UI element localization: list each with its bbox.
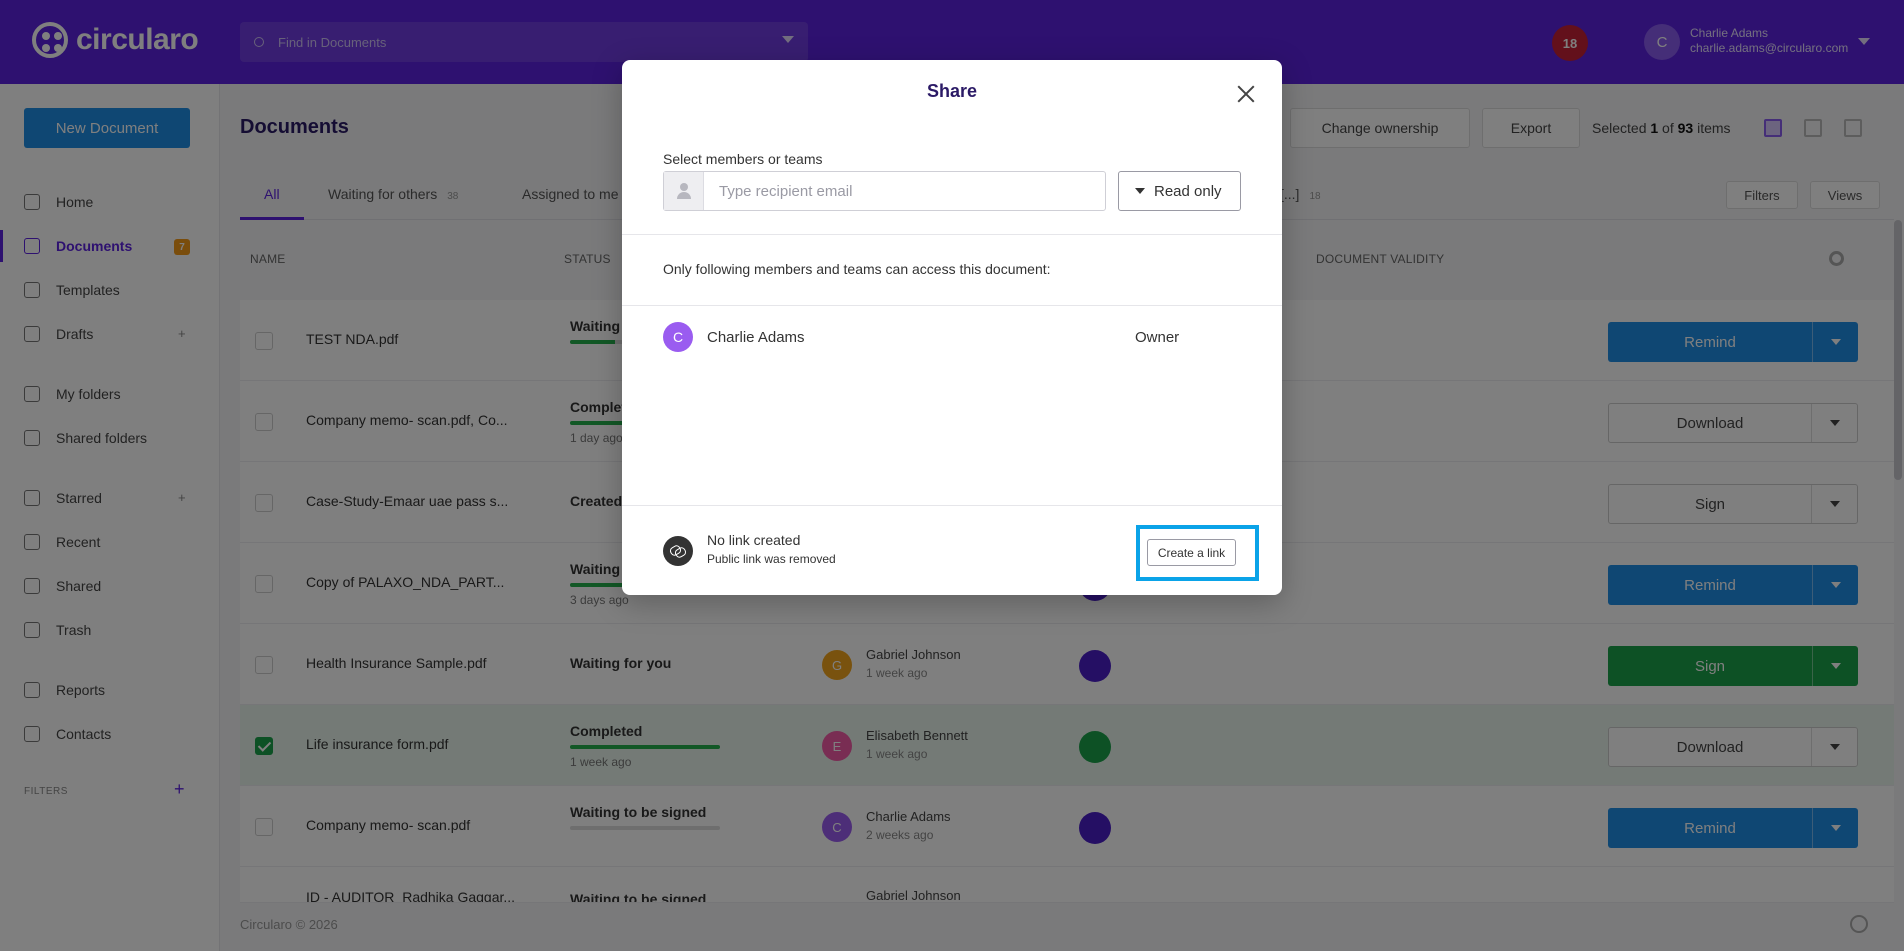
member-avatar: C [663,322,693,352]
member-name: Charlie Adams [707,329,805,346]
person-icon [676,183,691,199]
divider [622,505,1282,506]
member-role: Owner [1135,329,1180,346]
divider [622,305,1282,306]
recipient-field[interactable] [663,171,1106,211]
caret-down-icon [1135,188,1145,194]
select-members-label: Select members or teams [663,151,823,167]
access-description: Only following members and teams can acc… [663,261,1051,277]
recipient-prefix [664,172,704,210]
close-icon[interactable] [1236,84,1256,104]
permission-dropdown[interactable]: Read only [1118,171,1241,211]
permission-value: Read only [1154,182,1222,200]
create-link-button[interactable]: Create a link [1147,539,1236,566]
link-status-subtitle: Public link was removed [707,552,836,566]
share-dialog: Share Select members or teams Read only … [622,60,1282,595]
link-icon [663,536,693,566]
recipient-email-input[interactable] [704,173,1094,209]
divider [622,234,1282,235]
app-root: circularo Find in Documents 18 C Charlie… [0,0,1904,951]
create-link-highlight: Create a link [1136,525,1259,581]
link-glyph [670,546,686,556]
dialog-title: Share [926,81,978,101]
link-status-title: No link created [707,532,801,548]
